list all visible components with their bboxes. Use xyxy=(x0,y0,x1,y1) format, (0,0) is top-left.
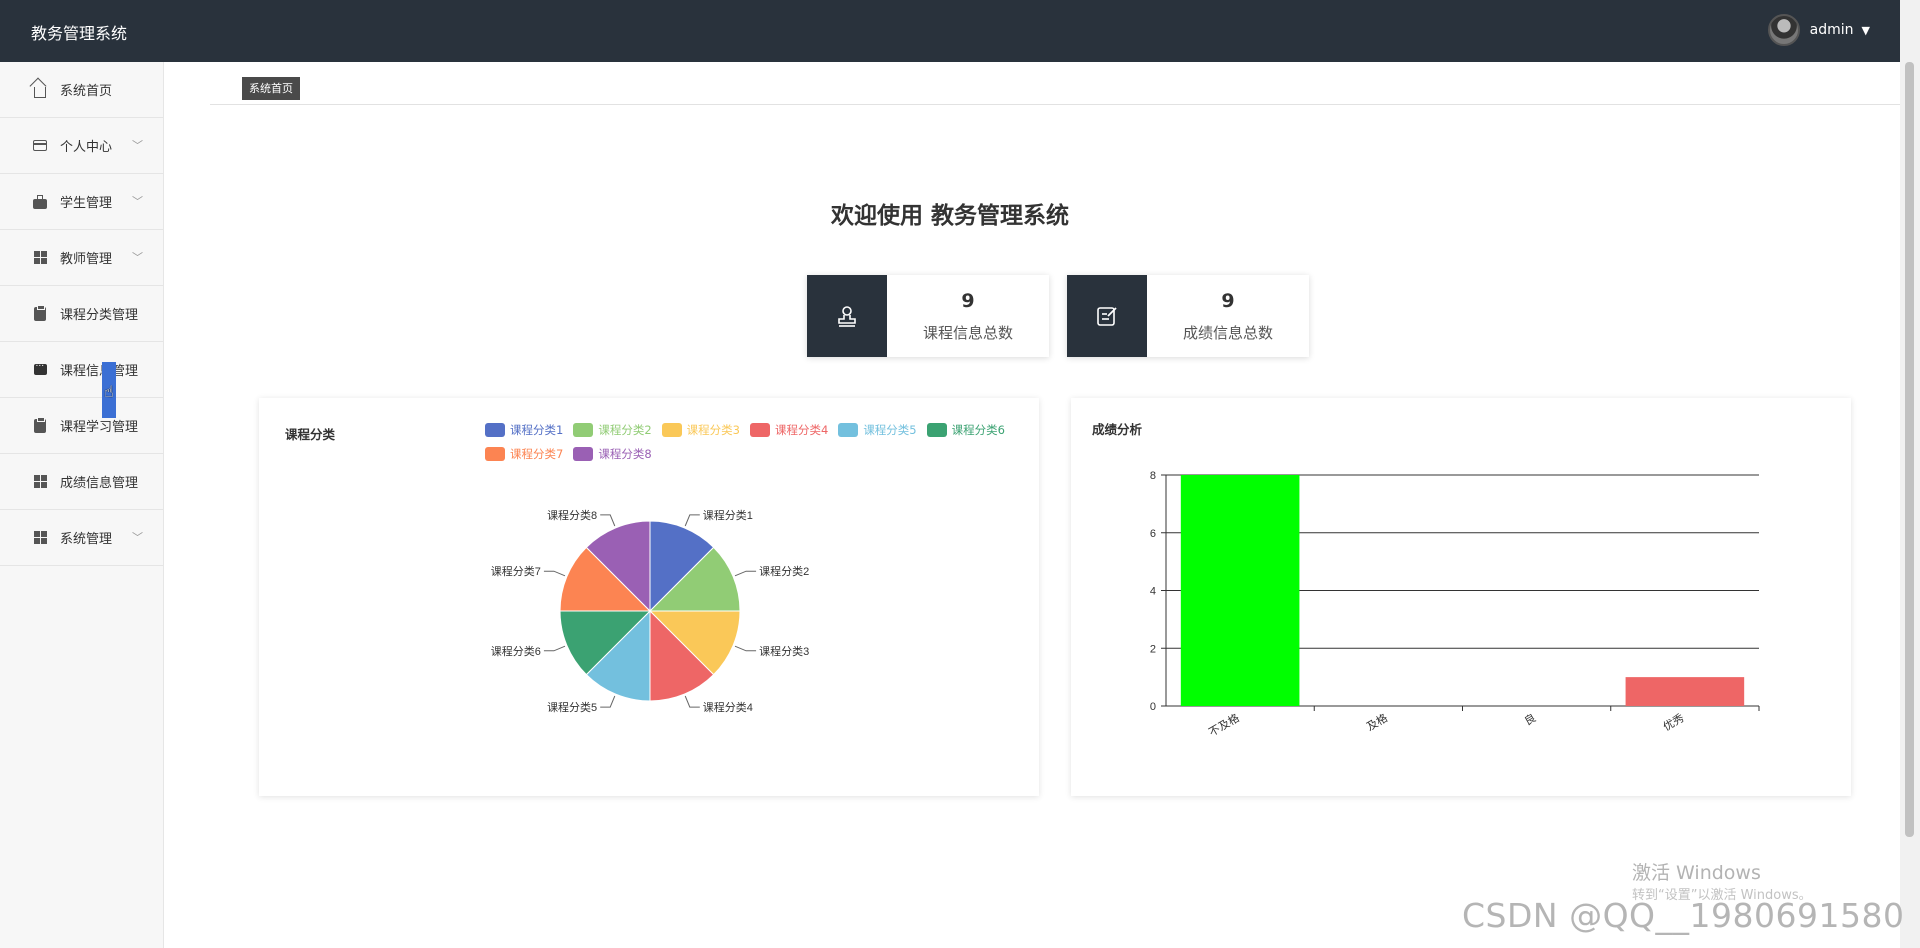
pie-label: 课程分类6 xyxy=(491,644,541,658)
bar-chart: 0 2 4 6 8 不及格 及格 良 优秀 xyxy=(1150,470,1760,739)
top-navbar: 教务管理系统 admin ▼ xyxy=(0,0,1900,62)
sidebar-item-home[interactable]: 系统首页 xyxy=(0,62,163,118)
clipboard-icon xyxy=(32,416,48,434)
app-title: 教务管理系统 xyxy=(31,24,128,43)
breadcrumb-divider xyxy=(210,104,1900,105)
pie-label-line xyxy=(734,645,757,652)
pie-label: 课程分类4 xyxy=(703,700,753,714)
pie-label: 课程分类8 xyxy=(547,508,597,522)
avatar[interactable] xyxy=(1767,14,1800,46)
x-tick-label: 优秀 xyxy=(1661,711,1687,733)
x-tick-label: 良 xyxy=(1522,710,1539,728)
course-category-panel: 课程分类 课程分类1 课程分类2 课程分类3 课程分类4 课程分类5 课程分类6 课程分类7… xyxy=(259,398,1039,796)
sidebar-item-label: 成绩信息管理 xyxy=(60,476,139,491)
pie-label: 课程分类1 xyxy=(703,508,753,522)
sidebar-item-label: 课程学习管理 xyxy=(60,420,139,435)
page-scrollbar[interactable] xyxy=(1900,0,1920,948)
pie-label: 课程分类3 xyxy=(759,644,809,658)
chevron-down-icon: ﹀ xyxy=(132,139,143,152)
sidebar-item-label: 课程分类管理 xyxy=(60,308,139,323)
mouse-cursor-icon: ☝ xyxy=(104,382,114,401)
stamp-icon xyxy=(807,275,887,357)
breadcrumb[interactable]: 系统首页 xyxy=(242,77,300,100)
sidebar: 系统首页 个人中心 ﹀ 学生管理 ﹀ 教师管理 ﹀ 课程分类管理 课程信息管理 … xyxy=(0,62,164,948)
y-tick-label: 2 xyxy=(1150,643,1156,655)
chevron-down-icon: ﹀ xyxy=(132,531,143,544)
chevron-down-icon: ﹀ xyxy=(132,251,143,264)
chat-icon xyxy=(32,359,48,378)
sidebar-item-label: 课程信息管理 xyxy=(60,364,139,379)
sidebar-item-label: 教师管理 xyxy=(60,252,113,267)
sidebar-item-course-study[interactable]: 课程学习管理 xyxy=(0,398,163,454)
y-tick-label: 4 xyxy=(1150,586,1156,598)
pie-label-line xyxy=(600,695,616,708)
x-tick-label: 不及格 xyxy=(1206,710,1242,739)
pie-label-line xyxy=(734,570,757,577)
bar[interactable] xyxy=(1180,475,1300,706)
sidebar-item-grades[interactable]: 成绩信息管理 xyxy=(0,454,163,510)
sidebar-item-system[interactable]: 系统管理 ﹀ xyxy=(0,510,163,566)
sidebar-item-label: 系统管理 xyxy=(60,532,113,547)
bar[interactable] xyxy=(1625,677,1745,706)
caret-down-icon[interactable]: ▼ xyxy=(1862,24,1870,37)
csdn-watermark: CSDN @QQ__1980691580 xyxy=(1462,896,1905,935)
stat-card-course-count: 9 课程信息总数 xyxy=(807,275,1049,357)
edit-icon xyxy=(1067,275,1147,357)
pie-chart: 课程分类1 课程分类2 课程分类3 课程分类4 课程分类5 课程分类6 课程分类7 课程分类8 xyxy=(491,508,809,714)
pie-label: 课程分类5 xyxy=(547,700,597,714)
stat-label: 成绩信息总数 xyxy=(1182,323,1273,342)
grid-icon xyxy=(32,530,48,546)
sidebar-item-label: 系统首页 xyxy=(60,84,113,99)
pie-label-line xyxy=(600,514,616,527)
id-card-icon xyxy=(32,138,48,154)
stat-value: 9 xyxy=(961,289,975,312)
stat-value: 9 xyxy=(1221,289,1235,312)
sidebar-item-teachers[interactable]: 教师管理 ﹀ xyxy=(0,230,163,286)
y-tick-label: 6 xyxy=(1150,528,1156,540)
page-title: 欢迎使用 教务管理系统 xyxy=(830,203,1069,229)
pie-label-line xyxy=(684,514,700,527)
pie-label-line xyxy=(543,570,566,577)
pie-label: 课程分类2 xyxy=(759,564,809,578)
y-tick-label: 8 xyxy=(1150,470,1156,482)
username[interactable]: admin xyxy=(1810,22,1854,38)
x-tick-label: 及格 xyxy=(1364,710,1390,733)
y-tick-label: 0 xyxy=(1150,701,1156,713)
scrollbar-thumb[interactable] xyxy=(1905,62,1914,837)
user-menu[interactable]: admin ▼ xyxy=(1767,14,1870,46)
pie-label-line xyxy=(684,695,700,708)
clipboard-check-icon xyxy=(32,304,48,322)
home-icon xyxy=(32,82,48,98)
grid-icon xyxy=(32,474,48,490)
windows-activation-title: 激活 Windows xyxy=(1632,862,1761,884)
pie-label: 课程分类7 xyxy=(491,564,541,578)
sidebar-item-course-category[interactable]: 课程分类管理 xyxy=(0,286,163,342)
grade-analysis-panel: 成绩分析 0 2 4 6 8 不及格 及格良优秀 xyxy=(1071,398,1851,796)
stat-label: 课程信息总数 xyxy=(922,323,1013,342)
stat-card-grade-count: 9 成绩信息总数 xyxy=(1067,275,1309,357)
sidebar-item-label: 个人中心 xyxy=(60,140,113,155)
grid-icon xyxy=(32,250,48,266)
sidebar-item-course-info[interactable]: 课程信息管理 xyxy=(0,342,163,398)
sidebar-item-personal-center[interactable]: 个人中心 ﹀ xyxy=(0,118,163,174)
pie-label-line xyxy=(543,645,566,652)
